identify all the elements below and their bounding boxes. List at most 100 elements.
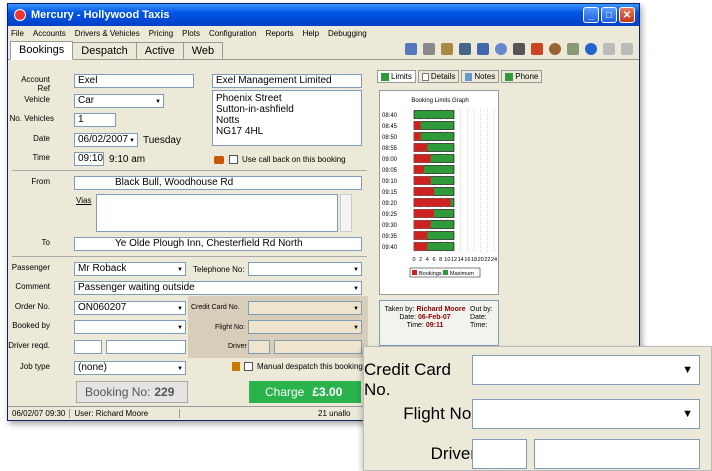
y-tick-label: 09:30 [382, 223, 398, 229]
zoom-driver-name-input[interactable] [534, 439, 700, 469]
settings-icon[interactable] [531, 43, 543, 55]
credit-card-select[interactable] [248, 301, 362, 315]
menu-accounts[interactable]: Accounts [33, 29, 66, 38]
time-label: Time [32, 153, 50, 162]
tab-phone[interactable]: Phone [501, 70, 543, 83]
manual-despatch-label: Manual despatch this booking [257, 362, 363, 371]
x-tick-label: 22 [484, 257, 490, 263]
date-picker[interactable]: 06/02/2007 [74, 133, 138, 147]
document-icon[interactable] [477, 43, 489, 55]
vias-box[interactable] [96, 194, 338, 232]
y-tick-label: 09:05 [382, 168, 398, 174]
print-icon[interactable] [513, 43, 525, 55]
tab-despatch[interactable]: Despatch [72, 42, 137, 59]
close-button[interactable]: ✕ [619, 7, 635, 23]
driver-name-input[interactable] [274, 340, 362, 354]
job-type-select[interactable]: (none) [74, 361, 186, 375]
bookings-bar [414, 187, 434, 196]
window-title: Mercury - Hollywood Taxis [31, 9, 170, 21]
limits-icon [381, 72, 389, 81]
driver-reqd-label: Driver reqd. [8, 341, 50, 350]
forward-arrow-icon[interactable] [621, 43, 633, 55]
job-type-label: Job type [19, 362, 50, 371]
tab-limits[interactable]: Limits [377, 70, 416, 83]
x-tick-label: 14 [458, 257, 464, 263]
charge-display[interactable]: Charge £3.00 [249, 381, 361, 403]
zoom-flight-no-select[interactable] [472, 399, 700, 429]
menu-file[interactable]: File [11, 29, 24, 38]
bookings-bar [414, 198, 451, 207]
tab-notes[interactable]: Notes [461, 70, 500, 83]
menu-reports[interactable]: Reports [266, 29, 294, 38]
tools-icon[interactable] [405, 43, 417, 55]
menu-configuration[interactable]: Configuration [209, 29, 257, 38]
address-box[interactable]: Phoenix Street Sutton-in-ashfield Notts … [212, 90, 362, 146]
menu-drivers-vehicles[interactable]: Drivers & Vehicles [75, 29, 140, 38]
tab-bookings[interactable]: Bookings [10, 41, 74, 60]
no-vehicles-stepper[interactable]: 1 [74, 113, 116, 127]
zoom-driver-id-input[interactable] [472, 439, 527, 469]
from-input[interactable]: Black Bull, Woodhouse Rd [74, 176, 362, 190]
time-input[interactable]: 09:10 [74, 152, 104, 166]
y-tick-label: 09:10 [382, 179, 398, 185]
app-icon [14, 9, 26, 21]
x-tick-label: 6 [432, 257, 435, 263]
booking-no-display: Booking No: 229 [76, 381, 188, 403]
zoom-credit-card-label: Credit Card No. [364, 360, 451, 399]
legend-label-bookings: Bookings [419, 271, 442, 277]
main-tabs: Bookings Despatch Active Web [8, 40, 639, 60]
manual-despatch-checkbox[interactable] [244, 362, 253, 371]
bookings-bar [414, 176, 431, 185]
flight-no-select[interactable] [248, 320, 362, 334]
menu-plots[interactable]: Plots [182, 29, 200, 38]
flag-icon[interactable] [459, 43, 471, 55]
telephone-select[interactable] [248, 262, 362, 276]
info-time-value: 09:11 [425, 322, 444, 329]
booking-no-value: 229 [154, 385, 175, 399]
booking-info-panel: Taken by: Richard Moore Date: 06-Feb-07 … [379, 300, 499, 346]
comment-select[interactable]: Passenger waiting outside [74, 281, 362, 295]
to-label: To [41, 238, 50, 247]
zoom-credit-card-select[interactable] [472, 355, 700, 385]
comment-label: Comment [15, 282, 50, 291]
driver-reqd-name[interactable] [106, 340, 186, 354]
company-name[interactable]: Exel Management Limited [212, 74, 362, 88]
minimize-button[interactable]: _ [583, 7, 599, 23]
order-no-select[interactable]: ON060207 [74, 301, 186, 315]
clock-icon[interactable] [495, 43, 507, 55]
to-input[interactable]: Ye Olde Plough Inn, Chesterfield Rd Nort… [74, 237, 362, 251]
callback-checkbox[interactable] [229, 155, 238, 164]
passenger-select[interactable]: Mr Roback [74, 262, 186, 276]
vias-scrollbar[interactable] [340, 194, 352, 232]
phone-icon[interactable] [441, 43, 453, 55]
maximize-button[interactable]: □ [601, 7, 617, 23]
driver-reqd-input[interactable] [74, 340, 102, 354]
booked-by-select[interactable] [74, 320, 186, 334]
x-tick-label: 10 [444, 257, 450, 263]
menu-debugging[interactable]: Debugging [328, 29, 367, 38]
tab-web[interactable]: Web [182, 42, 224, 59]
driver-id-input[interactable] [248, 340, 270, 354]
globe-icon[interactable] [585, 43, 597, 55]
tab-active[interactable]: Active [135, 42, 184, 59]
booking-no-label: Booking No: [85, 385, 151, 399]
chart-svg: Booking Limits Graph 08:40 08:45 08:50 08:55… [382, 98, 497, 278]
notes-icon [465, 72, 473, 81]
user-icon[interactable] [549, 43, 561, 55]
map-icon[interactable] [567, 43, 579, 55]
x-tick-label: 18 [471, 257, 477, 263]
tab-details[interactable]: Details [417, 70, 460, 83]
vehicle-select[interactable]: Car [74, 94, 164, 108]
time-text: 9:10 am [109, 154, 146, 165]
menu-pricing[interactable]: Pricing [149, 29, 173, 38]
back-arrow-icon[interactable] [603, 43, 615, 55]
search-icon[interactable] [423, 43, 435, 55]
bookings-bar [414, 132, 421, 141]
menu-help[interactable]: Help [303, 29, 319, 38]
account-ref-input[interactable]: Exel [74, 74, 194, 88]
bookings-bar [414, 165, 424, 174]
x-tick-label: 16 [464, 257, 470, 263]
y-tick-label: 09:25 [382, 212, 398, 218]
flight-no-label: Flight No: [215, 324, 245, 331]
taken-by-value: Richard Moore [416, 306, 466, 313]
